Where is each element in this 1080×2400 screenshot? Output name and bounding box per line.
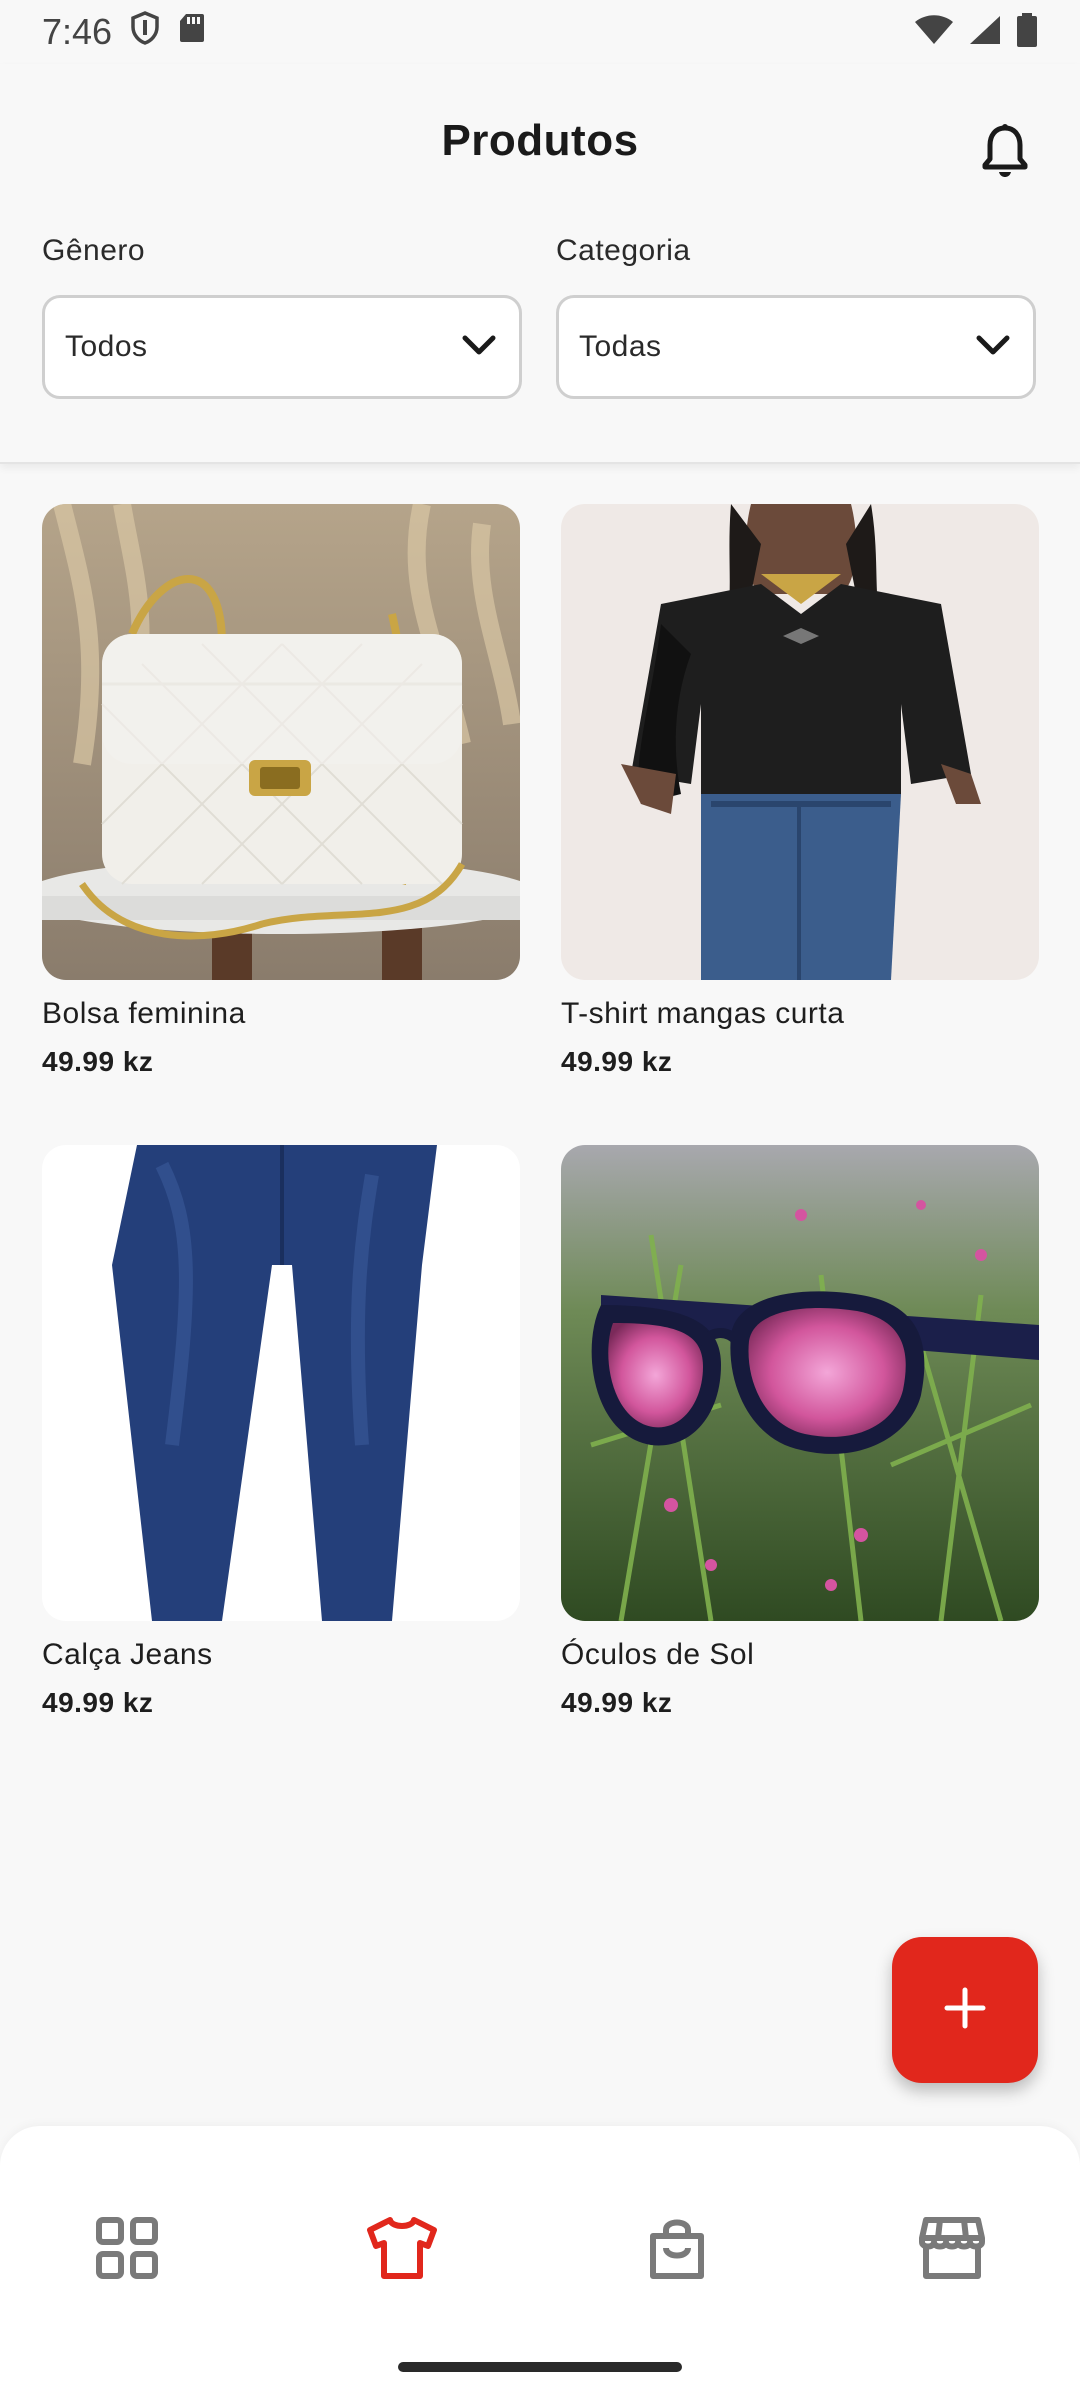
nav-item-store[interactable] — [902, 2200, 1002, 2300]
tshirt-icon — [366, 2216, 438, 2285]
product-price: 49.99 kz — [561, 1046, 673, 1077]
status-left: 7:46 — [42, 10, 206, 54]
cell-signal-icon — [968, 14, 1002, 51]
product-card-bolsa[interactable]: Bolsa feminina 49.99 kz — [42, 504, 520, 1078]
header: Produtos Gênero Todos Categoria Todas — [0, 64, 1080, 464]
product-name: T-shirt mangas curta — [561, 997, 845, 1030]
gender-filter-label: Gênero — [42, 234, 146, 267]
status-time: 7:46 — [42, 11, 113, 52]
category-filter-label: Categoria — [556, 234, 691, 267]
grid-icon — [95, 2216, 159, 2285]
wifi-icon — [914, 14, 954, 51]
screen: 7:46 Produtos Gênero Todos Categoria Tod… — [0, 0, 1080, 2400]
product-image-jeans — [42, 1145, 520, 1621]
shield-icon — [130, 10, 160, 54]
nav-item-products[interactable] — [352, 2200, 452, 2300]
product-name: Óculos de Sol — [561, 1638, 755, 1671]
product-price: 49.99 kz — [42, 1687, 154, 1718]
sd-card-icon — [178, 11, 206, 53]
product-price: 49.99 kz — [561, 1687, 673, 1718]
add-product-button[interactable] — [892, 1937, 1038, 2083]
product-card-calca-jeans[interactable]: Calça Jeans 49.99 kz — [42, 1145, 520, 1719]
status-right — [914, 12, 1038, 52]
status-bar: 7:46 — [0, 0, 1080, 64]
plus-icon — [943, 1986, 987, 2035]
product-name: Calça Jeans — [42, 1638, 213, 1671]
product-card-oculos-de-sol[interactable]: Óculos de Sol 49.99 kz — [561, 1145, 1039, 1719]
product-card-tshirt[interactable]: T-shirt mangas curta 49.99 kz — [561, 504, 1039, 1078]
chevron-down-icon — [461, 333, 497, 362]
product-price: 49.99 kz — [42, 1046, 154, 1077]
gender-select-value: Todos — [65, 330, 148, 363]
gender-select[interactable]: Todos — [42, 295, 522, 399]
product-image-sunglasses — [561, 1145, 1039, 1621]
nav-item-orders[interactable] — [627, 2200, 727, 2300]
bottom-navigation — [0, 2126, 1080, 2400]
chevron-down-icon — [975, 333, 1011, 362]
battery-icon — [1016, 12, 1038, 52]
category-select[interactable]: Todas — [556, 295, 1036, 399]
product-image-tshirt — [561, 504, 1039, 980]
notification-bell-icon[interactable] — [972, 118, 1038, 184]
page-title: Produtos — [441, 116, 639, 165]
product-name: Bolsa feminina — [42, 997, 246, 1030]
category-select-value: Todas — [579, 330, 662, 363]
nav-item-dashboard[interactable] — [77, 2200, 177, 2300]
shopping-bag-icon — [647, 2214, 707, 2287]
store-icon — [918, 2216, 986, 2285]
home-indicator[interactable] — [398, 2362, 682, 2372]
product-image-handbag — [42, 504, 520, 980]
